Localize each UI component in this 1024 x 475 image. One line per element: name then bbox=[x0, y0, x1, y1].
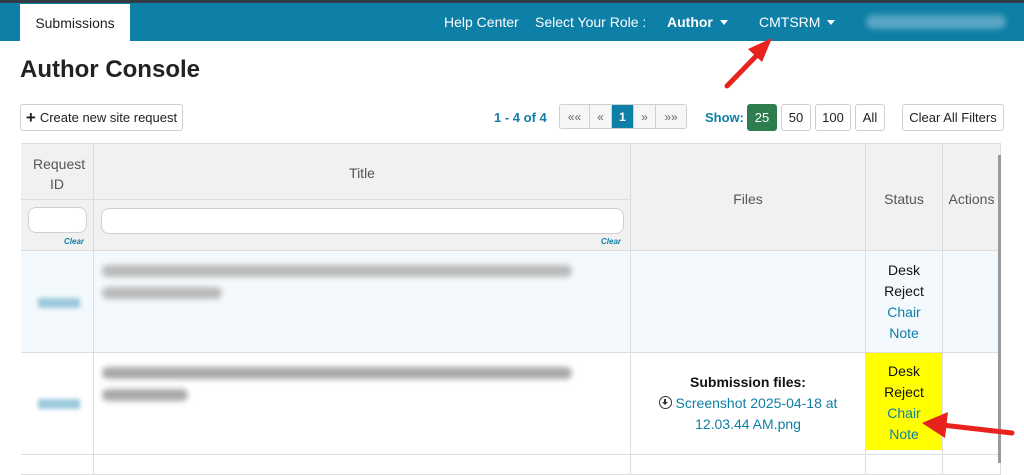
row-1-status: Desk Reject Chair Note bbox=[866, 251, 943, 353]
row-3-actions bbox=[943, 455, 1001, 475]
chair-note-label: Note bbox=[889, 325, 919, 341]
header-actions-label: Actions bbox=[948, 191, 995, 207]
row-2-request-id bbox=[21, 353, 94, 455]
header-request-id[interactable]: Request ID bbox=[21, 143, 94, 200]
submission-file-link[interactable]: Screenshot 2025-04-18 at 12.03.44 AM.png bbox=[631, 393, 865, 435]
title-redacted-line-2 bbox=[102, 287, 222, 299]
row-2-actions bbox=[943, 353, 1001, 455]
row-3-title bbox=[94, 455, 631, 475]
request-id-clear-link[interactable]: Clear bbox=[64, 237, 84, 246]
title-filter-input[interactable] bbox=[101, 208, 624, 234]
plus-icon: + bbox=[25, 108, 36, 127]
top-nav-bar: Submissions Help Center Select Your Role… bbox=[0, 0, 1024, 41]
role-label: Select Your Role : bbox=[535, 14, 647, 30]
show-25-button[interactable]: 25 bbox=[747, 104, 777, 131]
request-id-filter-cell: Clear bbox=[21, 200, 94, 251]
title-filter-cell: Clear bbox=[94, 200, 631, 251]
request-id-filter-input[interactable] bbox=[28, 207, 87, 233]
download-icon bbox=[658, 396, 672, 409]
row-2-title bbox=[94, 353, 631, 455]
row-1-request-id bbox=[21, 251, 94, 353]
header-actions: Actions bbox=[943, 143, 1001, 251]
status-text: Desk bbox=[888, 363, 920, 379]
chair-note-label: Note bbox=[889, 426, 919, 442]
show-label: Show: bbox=[705, 110, 744, 125]
last-page-button[interactable]: »» bbox=[656, 105, 686, 128]
row-1-title bbox=[94, 251, 631, 353]
header-files[interactable]: Files bbox=[631, 143, 866, 251]
chair-note-link[interactable]: Chair Note bbox=[866, 302, 942, 344]
row-3-files bbox=[631, 455, 866, 475]
row-3-request-id bbox=[21, 455, 94, 475]
pagination: «« « 1 » »» bbox=[559, 104, 687, 129]
next-page-button[interactable]: » bbox=[634, 105, 656, 128]
row-1-actions bbox=[943, 251, 1001, 353]
show-50-button[interactable]: 50 bbox=[781, 104, 811, 131]
tab-submissions[interactable]: Submissions bbox=[20, 4, 130, 41]
status-text: Desk bbox=[888, 262, 920, 278]
show-all-button[interactable]: All bbox=[855, 104, 885, 131]
row-2-status: Desk Reject Chair Note bbox=[866, 353, 943, 455]
header-status[interactable]: Status bbox=[866, 143, 943, 251]
request-id-redacted[interactable] bbox=[38, 399, 80, 409]
caret-down-icon bbox=[719, 19, 728, 25]
role-value: Author bbox=[667, 14, 713, 30]
create-site-request-button[interactable]: + Create new site request bbox=[20, 104, 183, 131]
create-site-request-label: Create new site request bbox=[39, 110, 178, 125]
status-text: Reject bbox=[884, 384, 924, 400]
chair-note-label: Chair bbox=[887, 304, 921, 320]
header-request-id-label: Request ID bbox=[33, 156, 86, 192]
title-clear-link[interactable]: Clear bbox=[601, 237, 621, 246]
chair-note-link[interactable]: Chair Note bbox=[866, 403, 942, 445]
page-1-button[interactable]: 1 bbox=[612, 105, 634, 128]
title-redacted-line-2 bbox=[102, 389, 188, 401]
caret-down-icon bbox=[827, 19, 836, 25]
file-name-line-1: Screenshot 2025-04-18 at bbox=[675, 395, 838, 411]
request-id-redacted[interactable] bbox=[38, 298, 80, 308]
conference-value: CMTSRM bbox=[759, 14, 821, 30]
header-title-label: Title bbox=[349, 165, 375, 181]
prev-page-button[interactable]: « bbox=[590, 105, 612, 128]
title-redacted-line-1 bbox=[102, 367, 572, 379]
pagination-range: 1 - 4 of 4 bbox=[494, 110, 547, 125]
clear-all-filters-button[interactable]: Clear All Filters bbox=[902, 104, 1004, 131]
title-redacted-line-1 bbox=[102, 265, 572, 277]
row-1-files bbox=[631, 251, 866, 353]
first-page-button[interactable]: «« bbox=[560, 105, 590, 128]
header-files-label: Files bbox=[733, 191, 763, 207]
role-dropdown[interactable]: Author bbox=[667, 6, 728, 38]
table-scrollbar[interactable] bbox=[998, 155, 1001, 463]
row-2-files: Submission files: Screenshot 2025-04-18 … bbox=[631, 353, 866, 455]
header-status-label: Status bbox=[884, 191, 924, 207]
header-title[interactable]: Title bbox=[94, 143, 631, 200]
conference-dropdown[interactable]: CMTSRM bbox=[759, 6, 836, 38]
chair-note-label: Chair bbox=[887, 405, 921, 421]
status-text: Reject bbox=[884, 283, 924, 299]
row-3-status bbox=[866, 455, 943, 475]
help-center-link[interactable]: Help Center bbox=[444, 6, 519, 38]
file-name-line-2: 12.03.44 AM.png bbox=[695, 416, 801, 432]
page-title: Author Console bbox=[20, 56, 200, 83]
submission-files-label: Submission files: bbox=[690, 374, 806, 390]
show-100-button[interactable]: 100 bbox=[815, 104, 851, 131]
user-menu-redacted[interactable] bbox=[866, 15, 1006, 29]
